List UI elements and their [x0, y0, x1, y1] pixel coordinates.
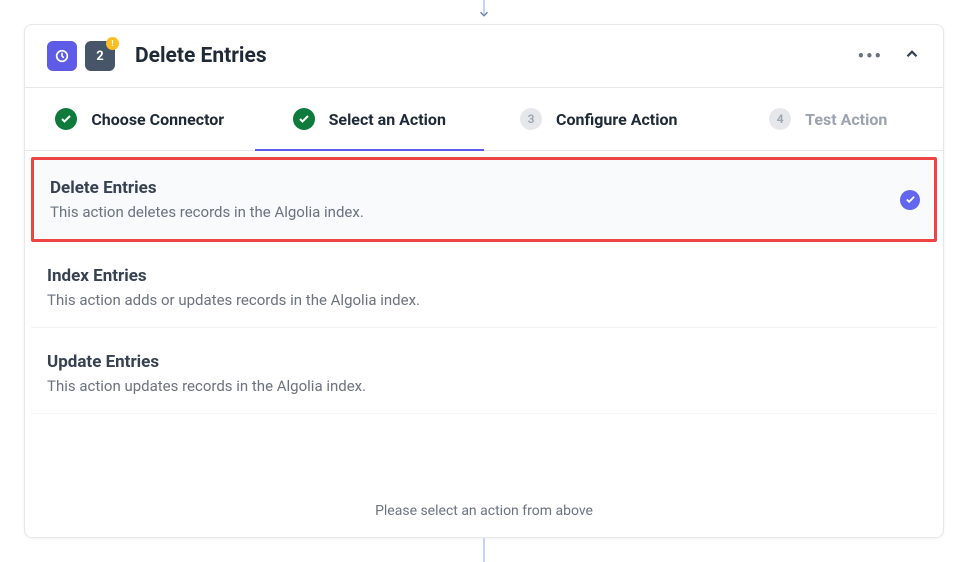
app-icon — [47, 41, 77, 71]
action-title: Index Entries — [47, 266, 921, 286]
card-header: 2 ! Delete Entries ••• — [25, 25, 943, 88]
tab-configure-action[interactable]: 3 Configure Action — [484, 88, 714, 150]
action-description: This action deletes records in the Algol… — [50, 203, 918, 221]
step-number-icon: 3 — [520, 108, 542, 130]
workflow-step-card: 2 ! Delete Entries ••• Choose Connector … — [24, 24, 944, 538]
notification-badge-icon: ! — [106, 37, 119, 50]
step-number-icon: 4 — [769, 108, 791, 130]
step-tabs: Choose Connector Select an Action 3 Conf… — [25, 88, 943, 151]
check-icon — [293, 108, 315, 130]
footer-hint: Please select an action from above — [25, 485, 943, 537]
action-item-index-entries[interactable]: Index Entries This action adds or update… — [31, 248, 937, 328]
actions-list: Delete Entries This action deletes recor… — [25, 151, 943, 485]
header-actions: ••• — [858, 45, 921, 67]
action-title: Delete Entries — [50, 178, 918, 198]
tab-label: Choose Connector — [91, 110, 224, 129]
action-item-delete-entries[interactable]: Delete Entries This action deletes recor… — [31, 157, 937, 242]
step-number-badge: 2 ! — [85, 41, 115, 71]
step-number: 2 — [96, 49, 103, 64]
connector-line-bottom — [483, 538, 485, 562]
action-title: Update Entries — [47, 352, 921, 372]
tab-select-action[interactable]: Select an Action — [255, 88, 485, 150]
collapse-button[interactable] — [903, 45, 921, 67]
tab-label: Test Action — [805, 110, 887, 129]
arrow-down-icon — [477, 6, 491, 25]
action-description: This action adds or updates records in t… — [47, 291, 921, 309]
selected-check-icon — [900, 190, 920, 210]
action-item-update-entries[interactable]: Update Entries This action updates recor… — [31, 334, 937, 414]
tab-test-action[interactable]: 4 Test Action — [714, 88, 944, 150]
action-description: This action updates records in the Algol… — [47, 377, 921, 395]
tab-label: Select an Action — [329, 110, 446, 129]
tab-choose-connector[interactable]: Choose Connector — [25, 88, 255, 150]
more-options-button[interactable]: ••• — [858, 46, 883, 67]
tab-label: Configure Action — [556, 110, 677, 129]
check-icon — [55, 108, 77, 130]
card-title: Delete Entries — [135, 44, 267, 68]
